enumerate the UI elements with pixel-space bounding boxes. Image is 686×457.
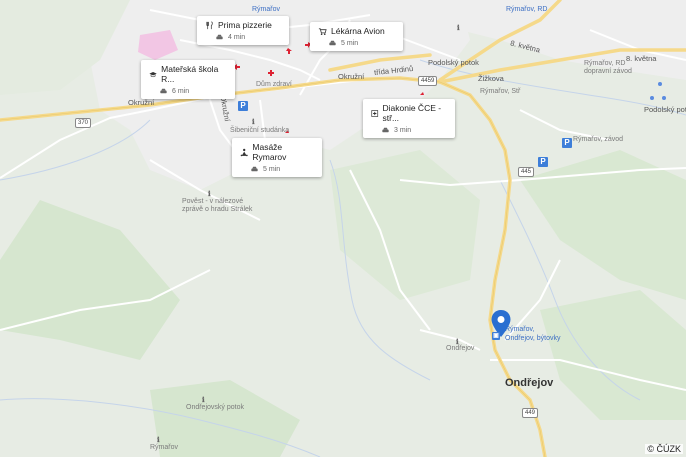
card-time: 3 min <box>394 127 412 134</box>
car-icon <box>382 127 389 133</box>
poi-label: Rýmařov, Stř <box>480 88 521 95</box>
street-label: Žižkova <box>478 74 504 83</box>
bus-stop-label: Rýmařov, Ondřejov, býtovky <box>505 326 561 342</box>
poi-label: Rýmařov, závod <box>573 136 624 143</box>
card-title: Diakonie ČCE - stř... <box>382 103 442 123</box>
parking-icon: P <box>562 138 572 148</box>
car-icon <box>160 88 167 94</box>
cart-icon <box>318 27 327 35</box>
poi-label: Rýmařov <box>150 444 179 451</box>
bus-stop-icon: ▣ <box>492 332 500 340</box>
school-icon <box>149 71 157 77</box>
poi-label: Ondřejov <box>446 345 475 352</box>
info-icon[interactable]: ℹ <box>157 436 160 444</box>
street-label: 8. května <box>626 54 657 63</box>
card-time: 6 min <box>172 88 190 95</box>
parking-icon: P <box>238 101 248 111</box>
bus-stop-label: Rýmařov, RD <box>584 60 626 67</box>
card-title: Lékárna Avion <box>331 26 385 36</box>
parking-icon: P <box>538 157 548 167</box>
town-label: Ondřejov <box>505 377 554 389</box>
street-label: Okružní <box>338 72 365 81</box>
road-370-shield: 370 <box>75 118 92 128</box>
info-icon[interactable]: ℹ <box>456 338 459 346</box>
car-icon <box>251 166 258 172</box>
card-time: 5 min <box>341 40 359 47</box>
street-label: Podolský poto <box>644 105 686 114</box>
hospital-icon <box>371 109 379 117</box>
card-title: Prima pizzerie <box>218 20 272 30</box>
massage-icon <box>240 148 248 156</box>
street-label: Okružní <box>128 98 155 107</box>
road-4459-shield: 4459 <box>418 76 438 86</box>
street-label: Podolský potok <box>428 58 479 67</box>
map-canvas[interactable]: 370 4459 445 449 P P P Okružní Okružní O… <box>0 0 686 457</box>
poi-label: Dům zdraví <box>256 81 292 88</box>
info-icon[interactable]: ℹ <box>252 118 255 126</box>
poi-card-masaze-rymarov[interactable]: Masáže Rymarov 5 min <box>232 138 322 177</box>
card-time: 5 min <box>263 166 281 173</box>
restaurant-icon <box>206 21 213 29</box>
road-449-shield: 449 <box>522 408 539 418</box>
info-icon[interactable]: ℹ <box>208 190 211 198</box>
car-icon <box>329 40 336 46</box>
bus-stop-label: Rýmařov, RD <box>506 6 548 13</box>
poi-label: Šibeniční studánka <box>230 127 290 134</box>
info-icon[interactable]: ℹ <box>457 24 460 32</box>
card-time: 4 min <box>228 34 246 41</box>
poi-label: Rýmařov <box>252 6 281 13</box>
poi-card-materska-skola[interactable]: Mateřská škola R... 6 min <box>141 60 235 99</box>
poi-label: Pověst - v nálezové zprávě o hradu Strál… <box>182 198 253 213</box>
poi-card-lekarna-avion[interactable]: Lékárna Avion 5 min <box>310 22 403 51</box>
poi-label: dopravní závod <box>584 68 632 75</box>
car-icon <box>216 34 223 40</box>
road-445-shield: 445 <box>518 167 535 177</box>
poi-card-prima-pizzerie[interactable]: Prima pizzerie 4 min <box>197 16 289 45</box>
poi-label: Ondřejovský potok <box>186 404 244 411</box>
card-title: Mateřská škola R... <box>161 64 219 84</box>
map-copyright: © ČÚZK <box>645 444 683 454</box>
card-title: Masáže Rymarov <box>252 142 287 162</box>
info-icon[interactable]: ℹ <box>202 396 205 404</box>
poi-card-diakonie[interactable]: Diakonie ČCE - stř... 3 min <box>363 99 455 138</box>
